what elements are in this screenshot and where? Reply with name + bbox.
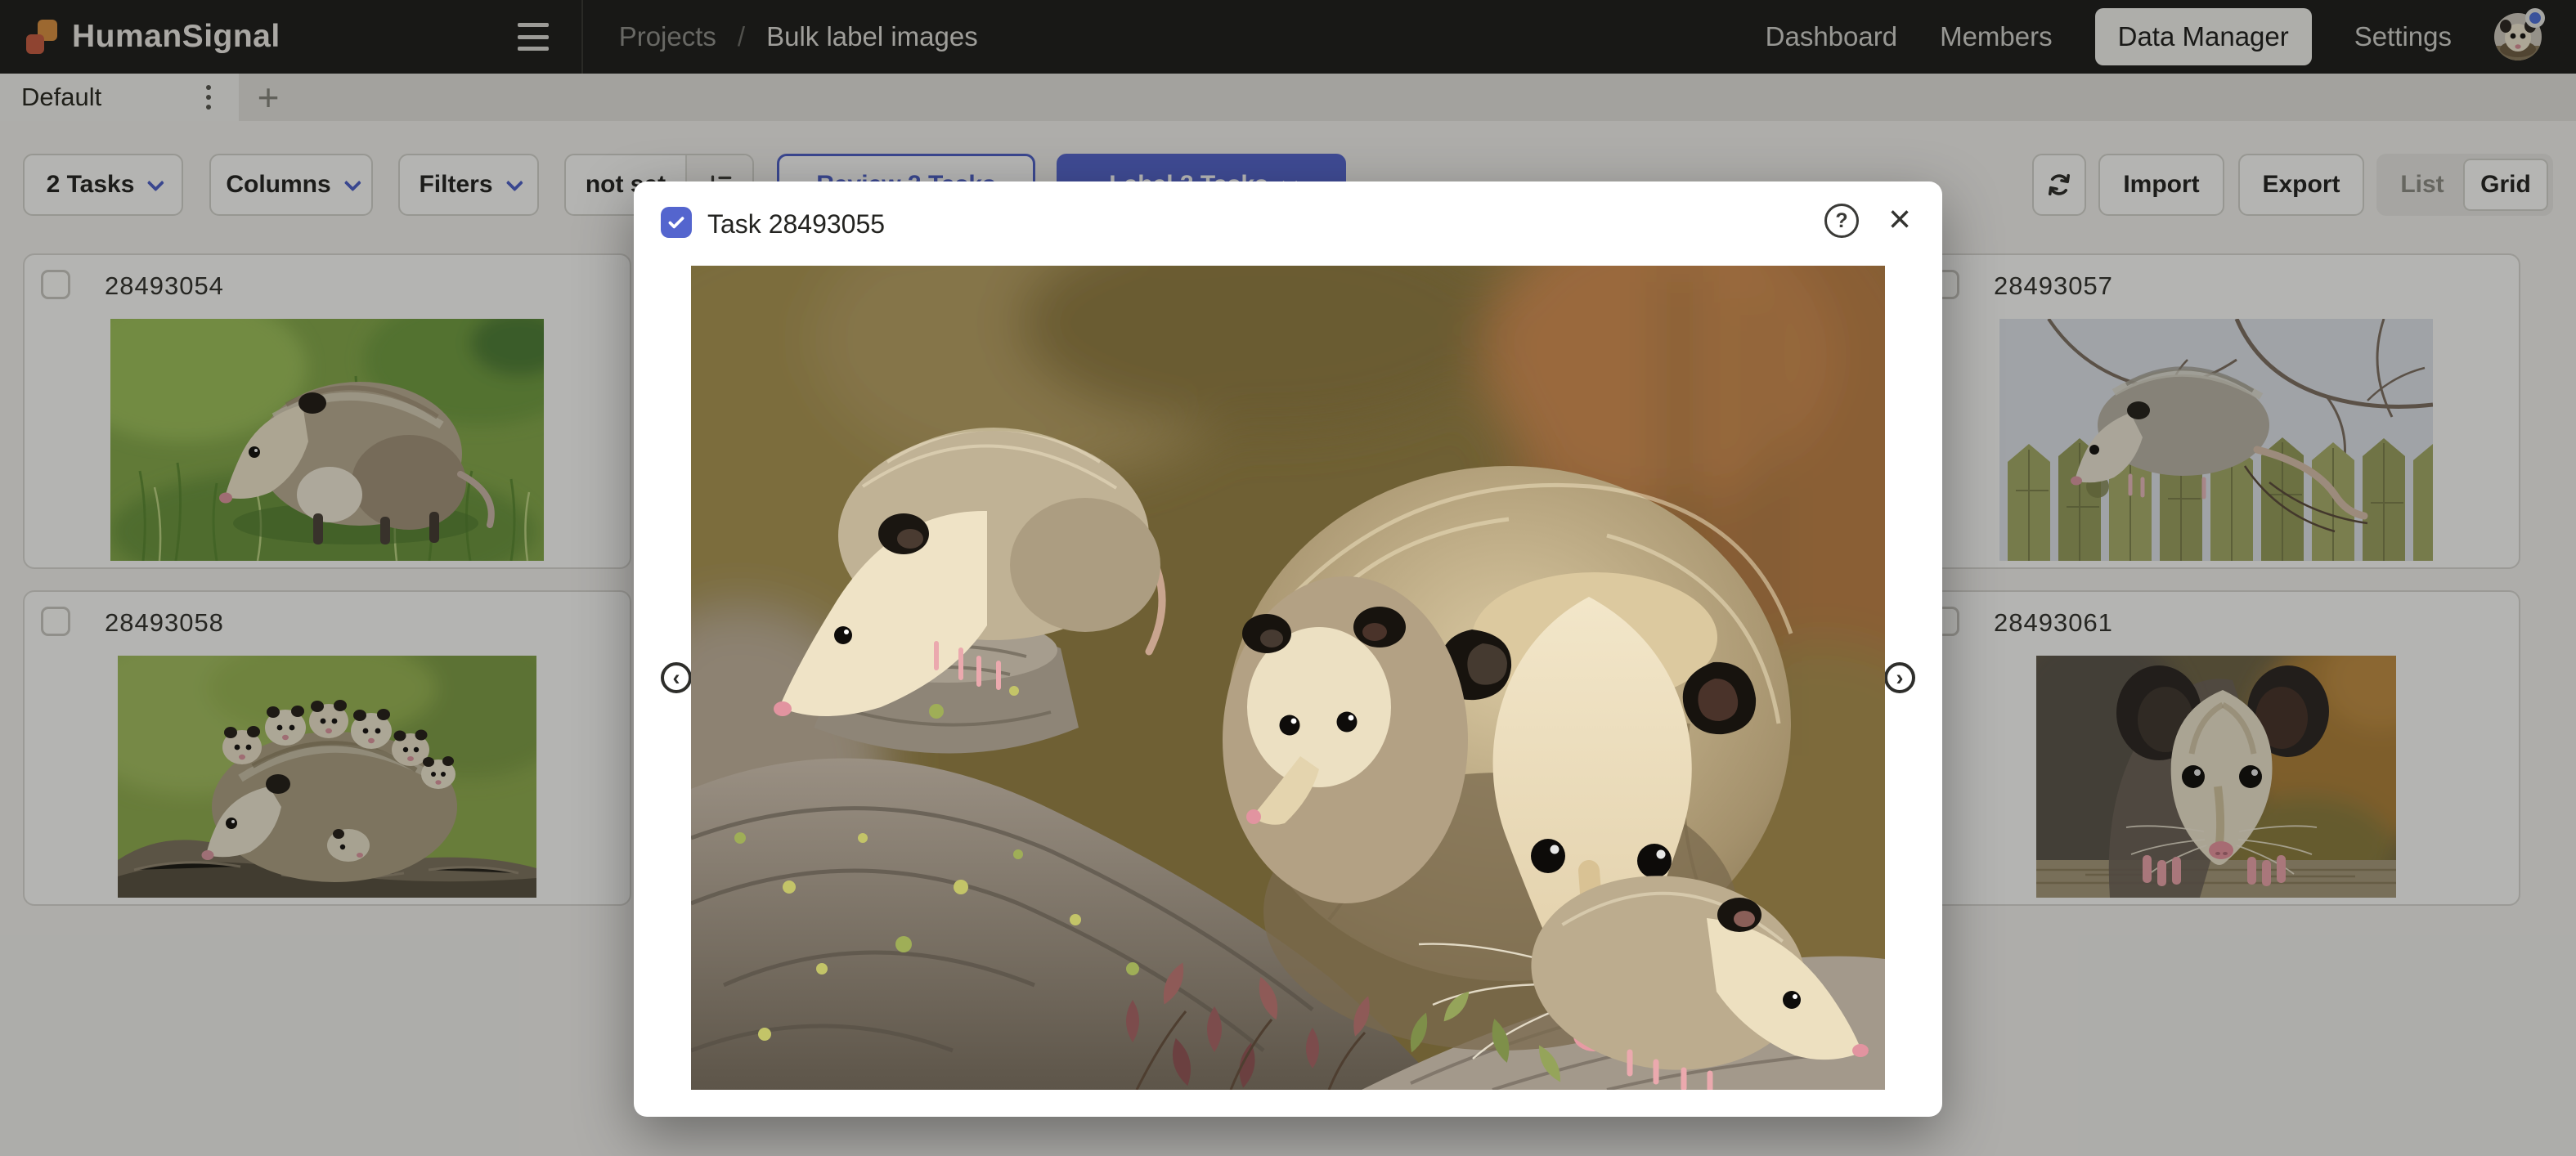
task-preview-modal: Task 28493055 ? × ‹ › <box>634 181 1942 1117</box>
task-checkbox-checked[interactable] <box>661 207 692 238</box>
app-root: HumanSignal Projects / Bulk label images… <box>0 0 2576 1156</box>
help-button[interactable]: ? <box>1824 204 1859 238</box>
task-preview-image <box>691 266 1885 1090</box>
next-task-arrow[interactable]: › <box>1884 662 1915 693</box>
modal-title: Task 28493055 <box>707 209 885 240</box>
checkmark-icon <box>666 212 687 233</box>
previous-task-arrow[interactable]: ‹ <box>661 662 692 693</box>
opossum-log-family-illustration <box>691 266 1885 1090</box>
close-button[interactable]: × <box>1877 196 1923 242</box>
